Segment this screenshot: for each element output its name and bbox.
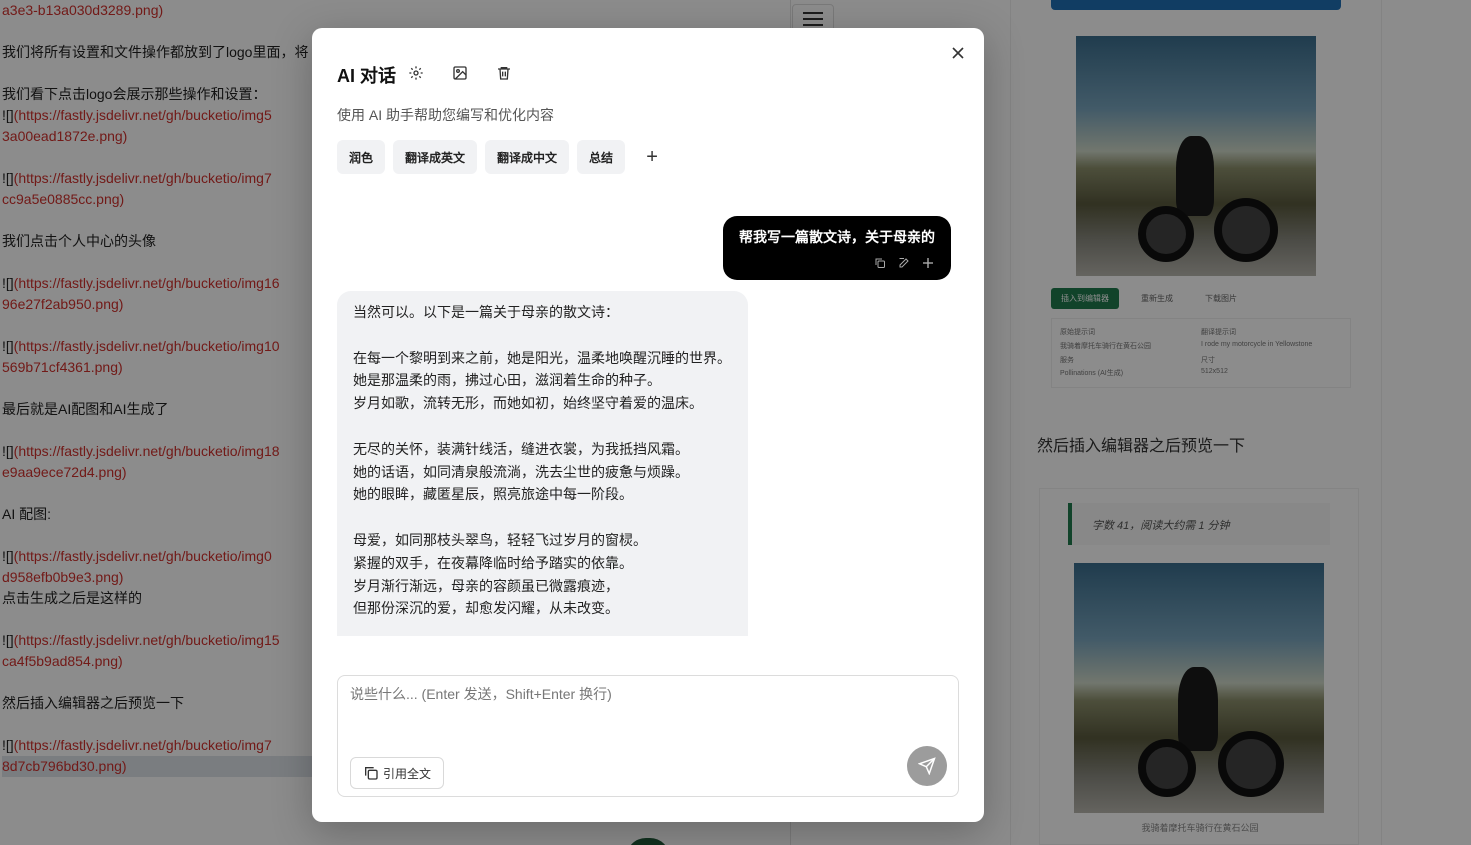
close-button[interactable] (948, 43, 968, 63)
message-line: 当然可以。以下是一篇关于母亲的散文诗： (353, 304, 619, 320)
dialog-title: AI 对话 (337, 66, 397, 86)
assistant-message: 当然可以。以下是一篇关于母亲的散文诗： 在每一个黎明到来之前，她是阳光，温柔地唤醒… (337, 291, 748, 636)
quick-actions: 润色 翻译成英文 翻译成中文 总结 + (337, 140, 667, 174)
trash-icon[interactable] (494, 63, 514, 83)
send-icon (918, 757, 936, 775)
close-icon (952, 47, 964, 59)
message-line: 岁月渐行渐远，母亲的容颜虽已微露痕迹， (353, 577, 619, 594)
user-message-text: 帮我写一篇散文诗，关于母亲的 (739, 229, 935, 245)
message-line: 在每一个黎明到来之前，她是阳光，温柔地唤醒沉睡的世界。 (353, 349, 731, 366)
message-line: 她是那温柔的雨，拂过心田，滋润着生命的种子。 (353, 372, 661, 389)
user-message-actions (739, 256, 935, 270)
copy-icon[interactable] (873, 256, 887, 270)
send-button[interactable] (907, 746, 947, 786)
message-line: 无尽的关怀，装满针线活，缝进衣裳，为我抵挡风霜。 (353, 440, 689, 457)
chat-messages[interactable]: 帮我写一篇散文诗，关于母亲的 当然可以。以下是一篇关于母亲的散文诗： 在每一个黎明… (337, 208, 959, 636)
user-message: 帮我写一篇散文诗，关于母亲的 (723, 216, 951, 280)
quick-action-translate-en[interactable]: 翻译成英文 (393, 140, 478, 174)
quote-all-button[interactable]: 引用全文 (350, 757, 445, 789)
message-line: 岁月如歌，流转无形，而她如初，始终坚守着爱的温床。 (353, 395, 703, 412)
dialog-subtitle: 使用 AI 助手帮助您编写和优化内容 (337, 107, 555, 123)
chat-input-box: 引用全文 (337, 675, 959, 797)
plus-icon[interactable] (921, 256, 935, 270)
edit-icon[interactable] (897, 256, 911, 270)
quick-action-translate-zh[interactable]: 翻译成中文 (485, 140, 570, 174)
add-quick-action-button[interactable]: + (637, 140, 667, 174)
message-line: 她的话语，如同清泉般流淌，洗去尘世的疲惫与烦躁。 (353, 463, 689, 480)
quick-action-summarize[interactable]: 总结 (577, 140, 626, 174)
message-line: 紧握的双手，在夜幕降临时给予踏实的依靠。 (353, 554, 633, 571)
quote-all-label: 引用全文 (383, 766, 432, 781)
message-line: 母爱，如同那枝头翠鸟，轻轻飞过岁月的窗棂。 (353, 531, 647, 548)
settings-icon[interactable] (406, 63, 426, 83)
ai-chat-dialog: AI 对话 使用 AI 助手帮助您编写和优化内容 润色 翻译成英文 翻译成中文 … (312, 28, 984, 822)
message-line: 但那份深沉的爱，却愈发闪耀，从未改变。 (353, 600, 619, 617)
message-line: 她的眼眸，藏匿星辰，照亮旅途中每一阶段。 (353, 486, 633, 503)
image-icon[interactable] (450, 63, 470, 83)
chat-input[interactable] (350, 684, 946, 734)
quick-action-polish[interactable]: 润色 (337, 140, 386, 174)
copy-icon (365, 767, 378, 780)
